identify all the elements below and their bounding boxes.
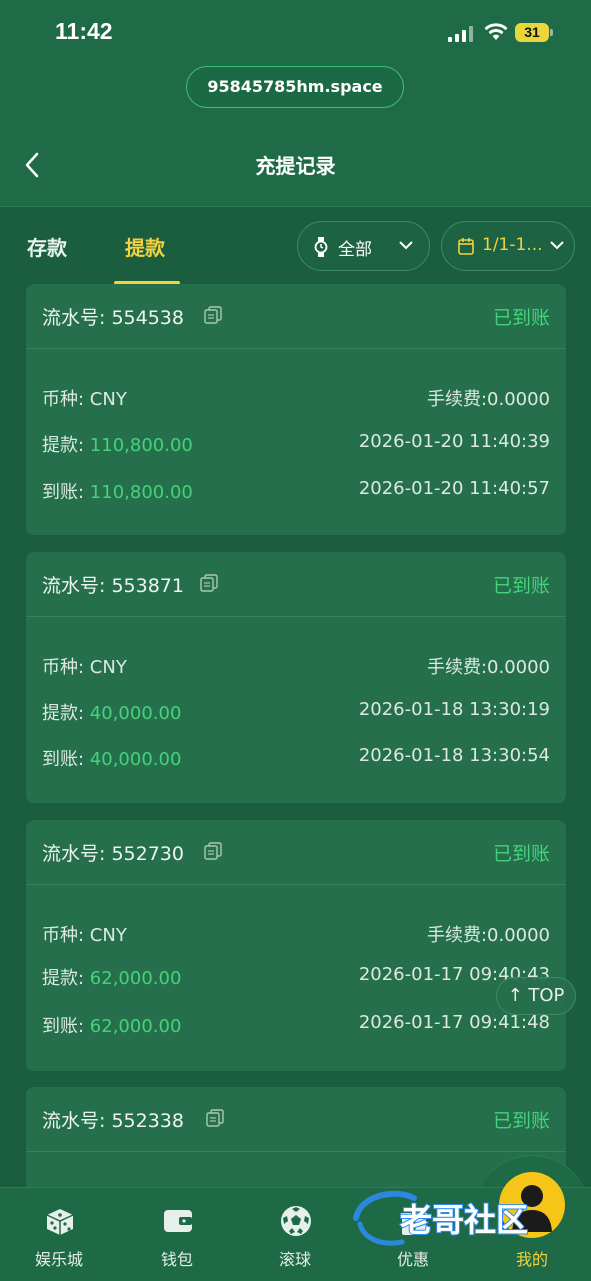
record-card: 流水号: 553871 已到账 币种: CNY 手续费:0.0000 提款: 4…: [26, 552, 566, 803]
currency-row: 币种: CNY 手续费:0.0000: [42, 921, 550, 946]
arrive-label: 到账:: [42, 482, 90, 503]
soccer-ball-icon: [281, 1206, 311, 1236]
dice-icon: [46, 1209, 74, 1235]
withdraw-row: 提款: 40,000.00 2026-01-18 13:30:19: [42, 699, 550, 724]
copy-icon[interactable]: [200, 574, 218, 592]
fee: 手续费:0.0000: [426, 657, 550, 678]
copy-icon[interactable]: [204, 842, 222, 860]
arrive-row: 到账: 62,000.00 2026-01-17 09:41:48: [42, 1012, 550, 1037]
nav-item-live-betting[interactable]: 滚球: [240, 1188, 350, 1281]
record-card: 流水号: 554538 已到账 币种: CNY 手续费:0.0000 提款: 1…: [26, 284, 566, 535]
serial-number: 流水号: 552730: [42, 843, 184, 865]
serial-number: 流水号: 553871: [42, 575, 184, 597]
record-card: 流水号: 552730 已到账 币种: CNY 手续费:0.0000 提款: 6…: [26, 820, 566, 1071]
arrive-time: 2026-01-18 13:30:54: [358, 745, 550, 766]
watermark-logo: 老哥社区: [353, 1190, 529, 1246]
page-title: 充提记录: [255, 154, 336, 178]
withdraw-label: 提款:: [42, 435, 90, 456]
record-card-header: 流水号: 552338 已到账: [26, 1087, 566, 1152]
watch-icon: [314, 237, 328, 257]
fee: 手续费:0.0000: [426, 925, 550, 946]
wallet-icon: [164, 1210, 192, 1232]
currency: 币种: CNY: [42, 657, 127, 678]
currency: 币种: CNY: [42, 925, 127, 946]
status-badge: 已到账: [492, 307, 550, 329]
status-badge: 已到账: [492, 1110, 550, 1132]
withdraw-amount: 62,000.00: [89, 968, 182, 989]
chevron-down-icon: [399, 241, 413, 250]
arrive-time: 2026-01-20 11:40:57: [358, 478, 550, 499]
tab-withdraw[interactable]: 提款: [125, 232, 165, 261]
scroll-to-top-button[interactable]: ↑ TOP: [496, 977, 576, 1015]
nav-label: 钱包: [160, 1250, 193, 1269]
arrive-row: 到账: 110,800.00 2026-01-20 11:40:57: [42, 478, 550, 503]
arrive-label: 到账:: [42, 749, 90, 770]
status-time: 11:42: [55, 18, 113, 44]
record-card-header: 流水号: 552730 已到账: [26, 820, 566, 885]
wifi-icon: [484, 23, 508, 40]
nav-label: 我的: [515, 1250, 548, 1269]
nav-item-wallet[interactable]: 钱包: [122, 1188, 232, 1281]
tab-deposit[interactable]: 存款: [27, 232, 67, 261]
nav-label: 娱乐城: [34, 1250, 83, 1269]
withdraw-amount: 110,800.00: [89, 435, 193, 456]
withdraw-time: 2026-01-20 11:40:39: [358, 431, 550, 452]
arrive-time: 2026-01-17 09:41:48: [358, 1012, 550, 1033]
currency: 币种: CNY: [42, 389, 127, 410]
withdraw-label: 提款:: [42, 703, 90, 724]
arrive-amount: 110,800.00: [89, 482, 193, 503]
date-filter-label: 1/1-1...: [482, 235, 543, 255]
withdraw-label: 提款:: [42, 968, 90, 989]
withdraw-row: 提款: 110,800.00 2026-01-20 11:40:39: [42, 431, 550, 456]
withdraw-row: 提款: 62,000.00 2026-01-17 09:40:43: [42, 964, 550, 989]
withdraw-time: 2026-01-18 13:30:19: [358, 699, 550, 720]
url-pill[interactable]: 95845785hm.space: [186, 66, 404, 108]
record-card-header: 流水号: 553871 已到账: [26, 552, 566, 617]
calendar-icon: [458, 238, 474, 255]
arrive-row: 到账: 40,000.00 2026-01-18 13:30:54: [42, 745, 550, 770]
arrive-amount: 40,000.00: [89, 749, 182, 770]
withdraw-amount: 40,000.00: [89, 703, 182, 724]
watermark-text: 老哥社区: [400, 1201, 528, 1239]
arrive-label: 到账:: [42, 1016, 90, 1037]
status-badge: 已到账: [492, 575, 550, 597]
battery-tip: [550, 29, 553, 36]
chevron-down-icon: [550, 241, 564, 250]
nav-label: 滚球: [278, 1250, 311, 1269]
copy-icon[interactable]: [206, 1109, 224, 1127]
type-filter-dropdown[interactable]: 全部: [297, 221, 430, 271]
serial-number: 流水号: 554538: [42, 307, 184, 329]
fee: 手续费:0.0000: [426, 389, 550, 410]
status-badge: 已到账: [492, 843, 550, 865]
arrive-amount: 62,000.00: [89, 1016, 182, 1037]
nav-label: 优惠: [396, 1250, 429, 1269]
cellular-signal-icon: [448, 26, 473, 42]
serial-number: 流水号: 552338: [42, 1110, 184, 1132]
copy-icon[interactable]: [204, 306, 222, 324]
currency-row: 币种: CNY 手续费:0.0000: [42, 653, 550, 678]
record-card-header: 流水号: 554538 已到账: [26, 284, 566, 349]
currency-row: 币种: CNY 手续费:0.0000: [42, 385, 550, 410]
nav-item-casino[interactable]: 娱乐城: [4, 1188, 114, 1281]
battery-level: 31: [515, 23, 549, 42]
status-bar: 11:42 31: [0, 0, 591, 64]
type-filter-label: 全部: [338, 240, 372, 260]
date-filter-dropdown[interactable]: 1/1-1...: [441, 221, 575, 271]
